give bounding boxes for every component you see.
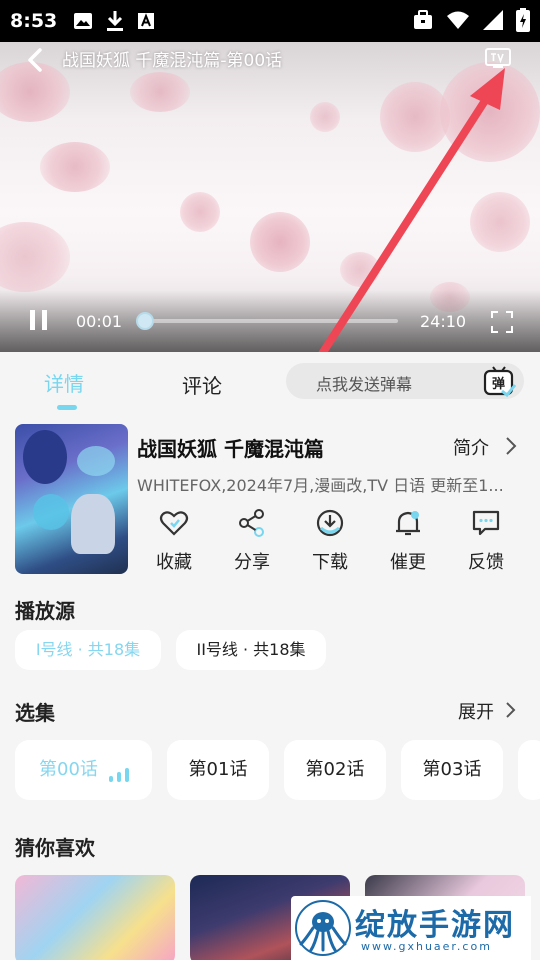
heart-icon — [159, 511, 189, 536]
bell-icon — [396, 511, 420, 536]
poster-figure — [33, 494, 69, 530]
anime-title: 战国妖狐 千魔混沌篇 — [137, 437, 324, 461]
tab-comment[interactable]: 评论 — [182, 370, 222, 399]
fullscreen-icon[interactable] — [490, 310, 514, 334]
watermark-name: 绽放手游网 — [355, 908, 515, 943]
watermark-url: www.gxhuaer.com — [361, 940, 492, 953]
pause-icon[interactable] — [28, 308, 50, 332]
notification-icons — [73, 10, 155, 32]
danmaku-placeholder: 点我发送弹幕 — [316, 375, 413, 394]
share-icon — [239, 509, 264, 537]
system-icons — [412, 8, 530, 32]
feedback-label: 反馈 — [468, 552, 504, 573]
petal-decoration — [470, 192, 530, 252]
petal-decoration — [310, 102, 340, 132]
episode-03[interactable]: 第03话 — [401, 740, 503, 800]
petal-decoration — [250, 212, 310, 272]
current-time: 00:01 — [76, 312, 123, 331]
font-icon — [138, 13, 155, 29]
danmaku-toggle-icon[interactable]: 弹 — [482, 364, 516, 398]
favorite-label: 收藏 — [156, 552, 192, 573]
episode-02[interactable]: 第02话 — [284, 740, 386, 800]
petal-decoration — [40, 142, 110, 192]
signal-icon — [483, 10, 503, 30]
anime-poster[interactable] — [15, 424, 128, 574]
battery-icon — [516, 8, 530, 32]
duration-time: 24:10 — [420, 312, 467, 331]
source-section-title: 播放源 — [15, 599, 75, 623]
poster-figure — [77, 446, 115, 476]
poster-figure — [71, 494, 115, 554]
petal-decoration — [0, 222, 70, 292]
episode-01[interactable]: 第01话 — [167, 740, 269, 800]
download-label: 下载 — [312, 552, 348, 573]
status-time: 8:53 — [10, 10, 58, 32]
chevron-right-icon[interactable] — [504, 701, 516, 719]
petal-decoration — [340, 252, 380, 287]
source-line-1[interactable]: I号线 · 共18集 — [15, 630, 161, 670]
favorite-button[interactable]: 收藏 — [144, 508, 204, 574]
active-tab-indicator — [57, 405, 77, 410]
site-watermark: 绽放手游网 www.gxhuaer.com — [291, 896, 531, 960]
feedback-icon — [472, 510, 500, 536]
share-label: 分享 — [234, 552, 270, 573]
image-icon — [74, 13, 93, 29]
danmaku-input[interactable]: 点我发送弹幕 弹 — [286, 363, 524, 399]
wifi-icon — [447, 11, 469, 29]
danmaku-icon-text: 弹 — [492, 376, 505, 392]
petal-decoration — [440, 62, 540, 162]
video-player[interactable]: 战国妖狐 千魔混沌篇-第00话 — [0, 42, 540, 352]
episode-00[interactable]: 第00话 — [15, 740, 152, 800]
recommend-thumbnail[interactable] — [15, 875, 175, 960]
chevron-right-icon[interactable] — [504, 436, 518, 456]
remind-update-button[interactable]: 催更 — [378, 508, 438, 574]
download-button[interactable]: 下载 — [300, 508, 360, 574]
playing-indicator-icon — [109, 768, 129, 782]
anime-meta: WHITEFOX,2024年7月,漫画改,TV 日语 更新至1... — [137, 476, 504, 495]
expand-episodes-button[interactable]: 展开 — [458, 698, 494, 724]
petal-decoration — [130, 72, 190, 112]
poster-figure — [23, 430, 67, 484]
status-bar: 8:53 — [0, 0, 540, 42]
recommend-section-title: 猜你喜欢 — [15, 836, 95, 860]
back-arrow-icon[interactable] — [22, 46, 50, 74]
tab-detail[interactable]: 详情 — [44, 368, 84, 397]
tv-cast-icon[interactable] — [484, 47, 512, 69]
episode-next-peek[interactable] — [518, 740, 540, 800]
remind-label: 催更 — [390, 552, 426, 573]
petal-decoration — [180, 192, 220, 232]
intro-link[interactable]: 简介 — [453, 434, 489, 460]
episode-section-title: 选集 — [15, 701, 55, 725]
download-status-icon — [107, 11, 124, 31]
episode-label: 第00话 — [39, 759, 98, 780]
tab-bar: 详情 评论 点我发送弹幕 弹 — [0, 352, 540, 414]
video-title: 战国妖狐 千魔混沌篇-第00话 — [62, 51, 283, 71]
octopus-logo-icon — [295, 900, 351, 956]
briefcase-icon — [414, 10, 432, 29]
download-icon — [316, 509, 344, 537]
progress-track[interactable] — [140, 319, 398, 323]
progress-knob[interactable] — [136, 312, 154, 330]
source-line-2[interactable]: II号线 · 共18集 — [176, 630, 326, 670]
share-button[interactable]: 分享 — [222, 508, 282, 574]
feedback-button[interactable]: 反馈 — [456, 508, 516, 574]
